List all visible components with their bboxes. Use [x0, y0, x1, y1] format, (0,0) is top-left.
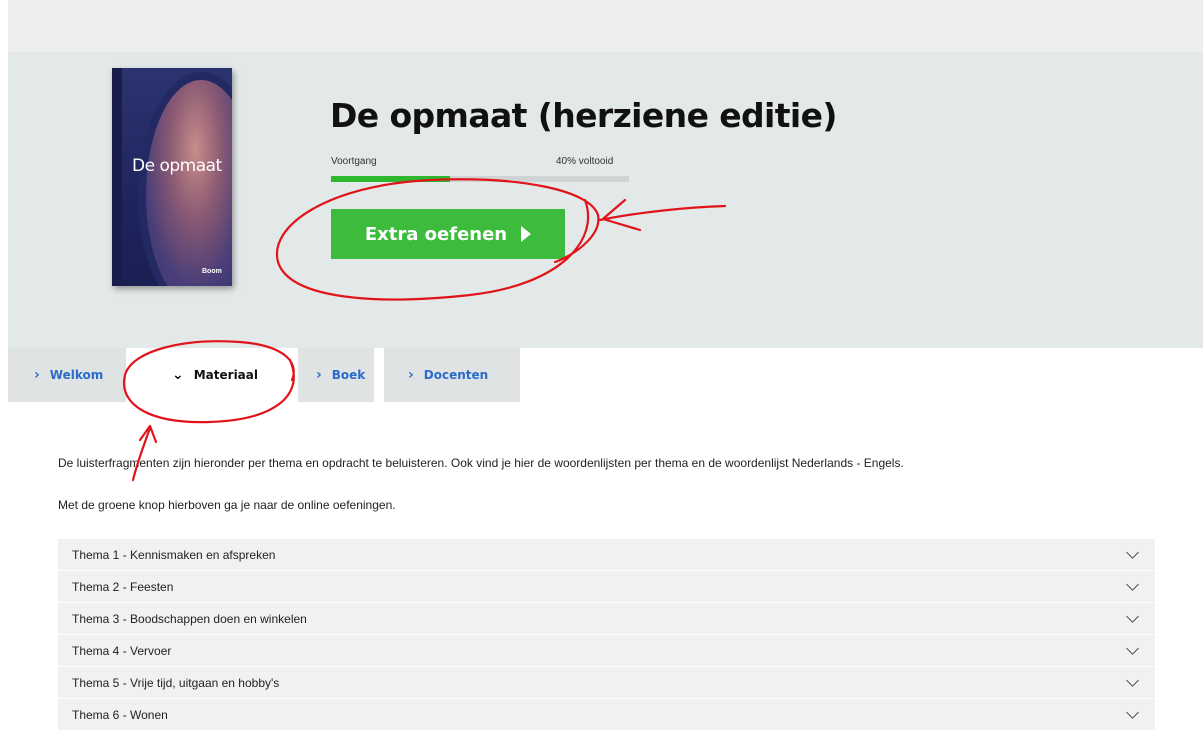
- tab-bar: › Welkom ⌄ Materiaal › Boek › Docenten: [8, 348, 520, 402]
- accordion-item-label: Thema 3 - Boodschappen doen en winkelen: [72, 611, 307, 626]
- tab-label: Welkom: [49, 368, 104, 382]
- accordion-item-label: Thema 1 - Kennismaken en afspreken: [72, 547, 276, 562]
- accordion-item-label: Thema 5 - Vrije tijd, uitgaan en hobby's: [72, 675, 280, 690]
- chevron-down-icon: [1126, 610, 1139, 623]
- progress-percentage: 40% voltooid: [556, 156, 614, 167]
- tab-docenten[interactable]: › Docenten: [384, 348, 520, 402]
- top-bar: [8, 0, 1203, 52]
- chevron-down-icon: [1126, 546, 1139, 559]
- chevron-right-icon: ›: [316, 367, 322, 383]
- accordion-item-thema-4[interactable]: Thema 4 - Vervoer: [58, 635, 1155, 667]
- page-title: De opmaat (herziene editie): [330, 96, 838, 135]
- book-cover: De opmaat Boom: [112, 68, 232, 286]
- chevron-right-icon: ›: [34, 367, 40, 383]
- cover-title: De opmaat: [132, 156, 222, 176]
- tab-label: Boek: [331, 368, 366, 382]
- accordion-item-thema-3[interactable]: Thema 3 - Boodschappen doen en winkelen: [58, 603, 1155, 635]
- chevron-right-icon: ›: [408, 367, 414, 383]
- chevron-down-icon: [1126, 706, 1139, 719]
- chevron-down-icon: ⌄: [172, 367, 184, 383]
- accordion-item-label: Thema 4 - Vervoer: [72, 643, 172, 658]
- accordion-item-label: Thema 2 - Feesten: [72, 579, 174, 594]
- intro-text: De luisterfragmenten zijn hieronder per …: [58, 456, 904, 470]
- tab-materiaal[interactable]: ⌄ Materiaal: [138, 348, 298, 402]
- tab-label: Materiaal: [193, 368, 258, 382]
- publisher-logo: Boom: [202, 268, 222, 275]
- play-arrow-icon: [521, 226, 532, 242]
- chevron-down-icon: [1126, 578, 1139, 591]
- accordion-item-thema-2[interactable]: Thema 2 - Feesten: [58, 571, 1155, 603]
- extra-practice-button[interactable]: Extra oefenen: [331, 209, 565, 259]
- tab-label: Docenten: [423, 368, 489, 382]
- accordion-item-thema-6[interactable]: Thema 6 - Wonen: [58, 699, 1155, 731]
- accordion-item-thema-1[interactable]: Thema 1 - Kennismaken en afspreken: [58, 539, 1155, 571]
- tab-welkom[interactable]: › Welkom: [8, 348, 126, 402]
- green-button-note: Met de groene knop hierboven ga je naar …: [58, 498, 396, 512]
- cover-photo: [138, 72, 232, 286]
- theme-accordion: Thema 1 - Kennismaken en afspreken Thema…: [58, 539, 1155, 731]
- chevron-down-icon: [1126, 642, 1139, 655]
- book-spine: [112, 68, 122, 286]
- extra-practice-label: Extra oefenen: [364, 223, 508, 245]
- tab-boek[interactable]: › Boek: [298, 348, 374, 402]
- chevron-down-icon: [1126, 674, 1139, 687]
- progress-bar-fill: [331, 176, 451, 182]
- progress-label: Voortgang: [331, 156, 377, 167]
- accordion-item-label: Thema 6 - Wonen: [72, 707, 168, 722]
- accordion-item-thema-5[interactable]: Thema 5 - Vrije tijd, uitgaan en hobby's: [58, 667, 1155, 699]
- progress-bar: [331, 176, 629, 182]
